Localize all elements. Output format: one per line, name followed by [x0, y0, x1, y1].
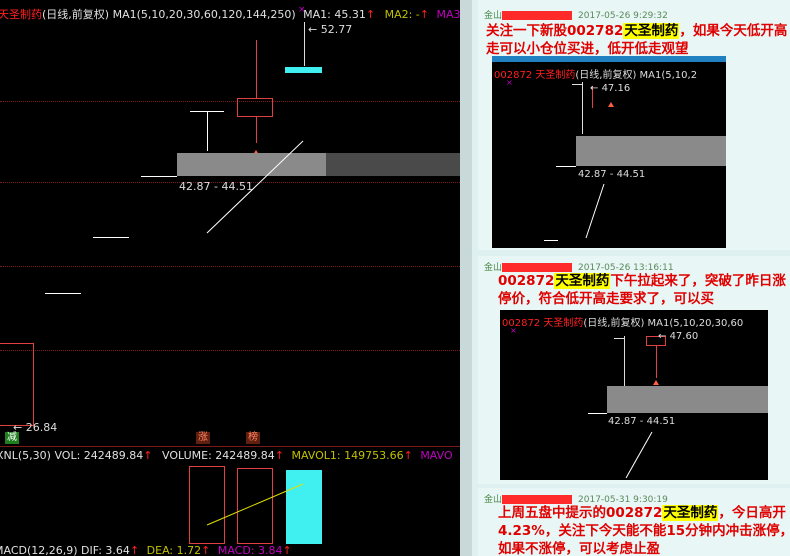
reduce-tag: 减: [5, 432, 19, 444]
marker-x-icon: ×: [510, 326, 517, 335]
thumbnail-top-bar: [492, 56, 726, 62]
ma-label: MA1(5,10,20,30,60,120,144,250): [112, 8, 296, 21]
candle-bar: [544, 240, 558, 241]
panel-separator: [0, 446, 460, 447]
message-meta: 金山 2017-05-26 9:29:32: [484, 8, 668, 21]
macd-params: MACD(12,26,9): [0, 544, 78, 556]
candle-bar: [556, 166, 576, 167]
dea-label: DEA: 1.72: [146, 544, 202, 556]
volume-label: VOLUME: 242489.84: [162, 449, 275, 462]
redacted-name: [502, 495, 573, 504]
red-candle: [237, 98, 273, 117]
stock-chart[interactable]: 天圣制药(日线,前复权) MA1(5,10,20,30,60,120,144,2…: [0, 0, 460, 556]
chat-panel[interactable]: 金山 2017-05-26 9:29:32 关注一下新股002782天圣制药，如果…: [460, 0, 790, 556]
thumb-band-label: 42.87 - 44.51: [608, 416, 676, 427]
dif-label: DIF: 3.64: [81, 544, 130, 556]
red-candle: [0, 343, 34, 426]
chart-thumbnail[interactable]: 002872 天圣制药(日线,前复权) MA1(5,10,2 × ← 47.16…: [492, 56, 726, 248]
chart-period: (日线,前复权): [42, 8, 110, 21]
thumbnail-header: 002872 天圣制药(日线,前复权) MA1(5,10,2: [494, 70, 698, 81]
redacted-name: [502, 11, 573, 20]
macd-header: MACD(12,26,9) DIF: 3.64↑ DEA: 1.72↑ MACD…: [0, 544, 292, 556]
low-price-label: ← 26.84: [13, 421, 58, 434]
chat-message: 金山 2017-05-26 13:16:11 002872天圣制药下午拉起来了，突…: [478, 256, 790, 484]
candle-bar: [572, 84, 582, 85]
nl-label: XNL(5,30): [0, 449, 51, 462]
thumb-high-label: ← 47.16: [590, 83, 631, 94]
message-text: 002872天圣制药下午拉起来了，突破了昨日涨停价，符合低开高走要求了，可以买: [498, 273, 786, 307]
candle-wick: [256, 40, 257, 98]
mavol2-label: MAVO: [420, 449, 453, 462]
marker-x-icon: ×: [506, 78, 513, 87]
grid-line: [0, 350, 460, 351]
redacted-name: [502, 263, 573, 272]
candle-bar: [141, 176, 177, 177]
rise-tag: 涨: [196, 432, 210, 444]
cyan-candle: [285, 67, 322, 73]
chart-thumbnail[interactable]: 002872 天圣制药(日线,前复权) MA1(5,10,20,30,60 × …: [500, 310, 768, 480]
ma2-label: MA2: -: [384, 8, 420, 21]
ma3-label: MA3: -: [436, 8, 460, 21]
chat-message: 金山 2017-05-26 9:29:32 关注一下新股002782天圣制药，如果…: [478, 0, 790, 250]
message-time: 2017-05-26 9:29:32: [578, 11, 668, 21]
marker-x-icon: ×: [298, 5, 306, 15]
candle-wick: [304, 22, 305, 66]
message-text: 上周五盘中提示的002872天圣制药，今日高开4.23%，关注下今天能不能15分…: [498, 505, 790, 556]
candle-bar: [588, 413, 607, 414]
trend-line: [206, 140, 304, 234]
sender-name: 金山: [484, 11, 503, 21]
candle-bar: [93, 237, 129, 238]
trend-line: [625, 431, 653, 479]
trend-line: [585, 183, 605, 239]
grid-line: [0, 266, 460, 267]
candle-wick: [582, 82, 583, 134]
macd-value: MACD: 3.84: [217, 544, 283, 556]
grid-line: [0, 101, 460, 102]
chart-header: 天圣制药(日线,前复权) MA1(5,10,20,30,60,120,144,2…: [0, 6, 460, 22]
list-tag: 榜: [246, 432, 260, 444]
candle-bar: [614, 338, 624, 339]
ma1-value: MA1: 45.31: [303, 8, 366, 21]
candle-bar: [45, 293, 81, 294]
candle-wick: [624, 336, 625, 386]
stock-title: 天圣制药: [0, 8, 42, 21]
mavol-line: [206, 483, 304, 526]
price-band-extension: [326, 153, 460, 176]
thumb-high-label: ← 47.60: [658, 331, 699, 342]
message-text: 关注一下新股002782天圣制药，如果今天低开高走可以小仓位买进，低开低走观望: [486, 23, 788, 57]
thumbnail-header: 002872 天圣制药(日线,前复权) MA1(5,10,20,30,60: [502, 318, 744, 329]
candle-wick: [656, 346, 657, 378]
mavol1-label: MAVOL1: 149753.66: [291, 449, 404, 462]
chat-message: 金山 2017-05-31 9:30:19 上周五盘中提示的002872天圣制药，…: [478, 488, 790, 556]
thumb-price-band: [576, 136, 726, 166]
thumb-price-band: [607, 386, 768, 413]
vol-label: VOL: 242489.84: [54, 449, 144, 462]
high-price-label: ← 52.77: [308, 23, 353, 36]
up-triangle-icon: [653, 380, 659, 385]
thumb-band-label: 42.87 - 44.51: [578, 169, 646, 180]
up-triangle-icon: [608, 102, 614, 107]
volume-header: XNL(5,30) VOL: 242489.84↑ VOLUME: 242489…: [0, 449, 453, 462]
